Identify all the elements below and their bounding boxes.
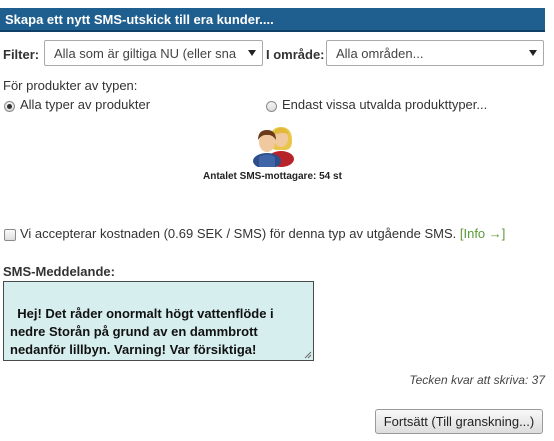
area-label: I område: [266, 47, 325, 62]
recipients-count: Antalet SMS-mottagare: 54 st [203, 171, 342, 182]
people-icon [253, 127, 294, 167]
area-select[interactable]: Alla områden... [326, 40, 544, 66]
header-bar: Skapa ett nytt SMS-utskick till era kund… [0, 8, 545, 32]
radio-selected-products[interactable] [266, 101, 277, 112]
radio-all-products-label[interactable]: Alla typer av produkter [20, 97, 150, 112]
area-select-value: Alla områden... [336, 46, 424, 61]
info-link[interactable]: [Info →] [460, 226, 506, 241]
accept-cost-row: Vi accepterar kostnaden (0.69 SEK / SMS)… [20, 226, 505, 241]
filter-select-value: Alla som är giltiga NU (eller sna [54, 46, 237, 61]
accept-cost-text: Vi accepterar kostnaden (0.69 SEK / SMS)… [20, 226, 457, 241]
filter-label: Filter: [3, 47, 40, 62]
product-type-heading: För produkter av typen: [3, 78, 138, 93]
message-label: SMS-Meddelande: [3, 264, 115, 279]
filter-select[interactable]: Alla som är giltiga NU (eller sna [44, 40, 263, 66]
message-text: Hej! Det råder onormalt högt vattenflöde… [10, 306, 278, 357]
radio-all-products[interactable] [4, 101, 15, 112]
message-textarea[interactable]: Hej! Det råder onormalt högt vattenflöde… [3, 281, 314, 361]
page-title: Skapa ett nytt SMS-utskick till era kund… [5, 12, 274, 27]
chevron-down-icon [529, 50, 537, 56]
continue-button[interactable]: Fortsätt (Till granskning...) [375, 409, 543, 434]
accept-cost-checkbox[interactable] [4, 229, 16, 241]
chevron-down-icon [248, 50, 256, 56]
radio-selected-products-label[interactable]: Endast vissa utvalda produkttyper... [282, 97, 487, 112]
resize-grip-icon[interactable] [304, 351, 312, 359]
chars-left-counter: Tecken kvar att skriva: 37 [409, 373, 545, 387]
